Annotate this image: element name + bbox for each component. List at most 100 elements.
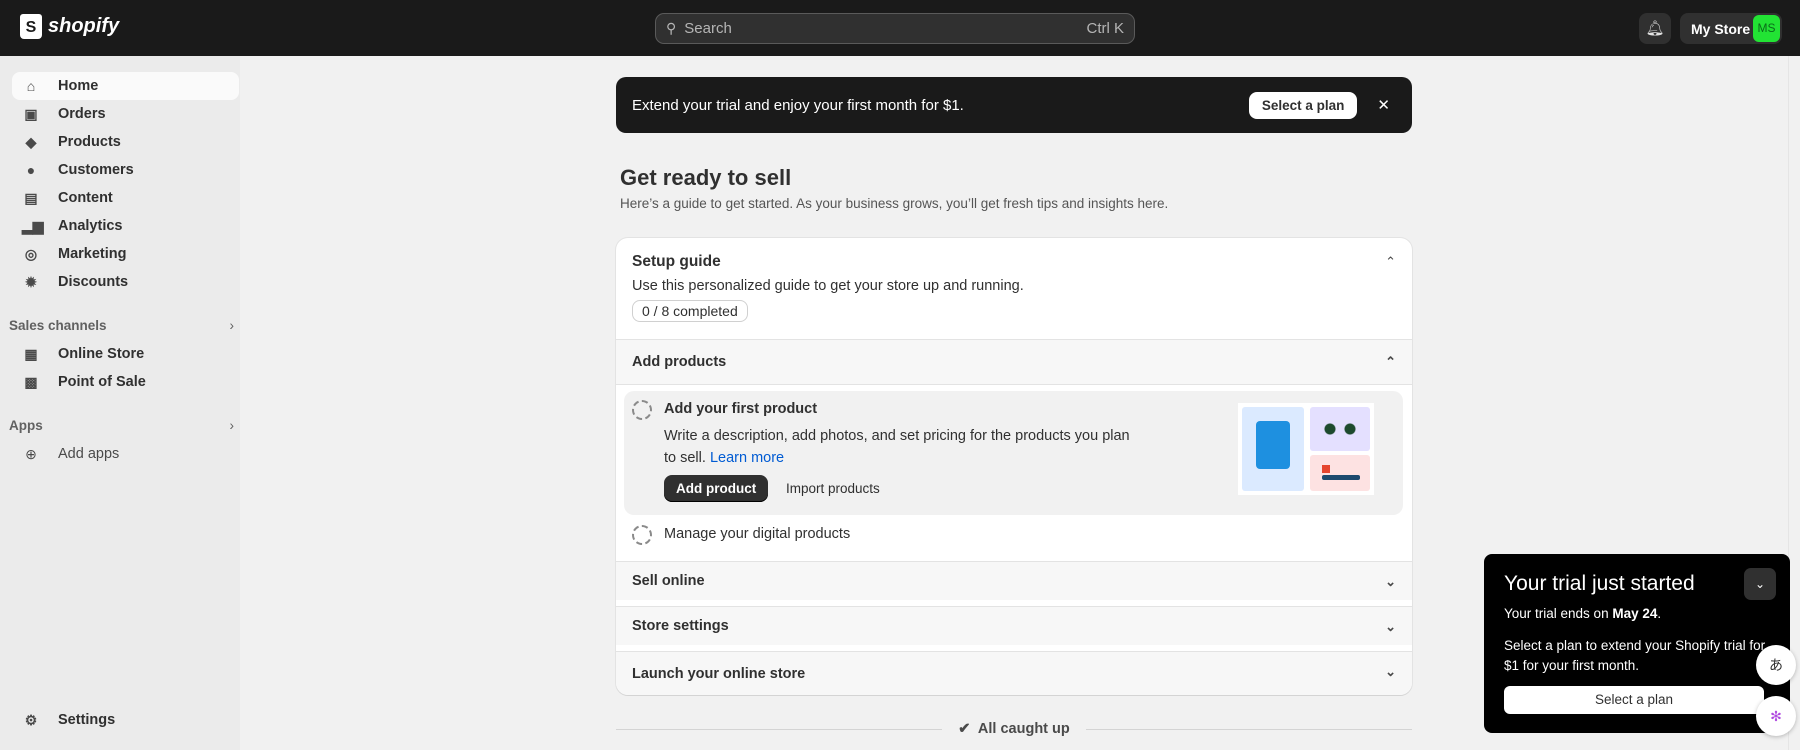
incomplete-circle-icon[interactable] (632, 400, 652, 420)
task-manage-digital-products[interactable]: Manage your digital products (664, 526, 850, 542)
sidebar-item-customers[interactable]: ● Customers (12, 156, 239, 184)
sidebar: ⌂ Home ▣ Orders ◆ Products ● Customers ▤ Cont… (0, 56, 240, 750)
select-plan-button[interactable]: Select a plan (1249, 92, 1358, 119)
home-icon: ⌂ (22, 78, 40, 94)
tshirt-icon (1242, 407, 1304, 491)
sidebar-item-marketing[interactable]: ◎Marketing (12, 240, 239, 268)
task-title: Add your first product (664, 401, 817, 417)
setup-guide-card: Setup guide ⌃ Use this personalized guid… (616, 238, 1412, 695)
section-label: Sell online (632, 573, 705, 589)
setup-guide-description: Use this personalized guide to get your … (632, 278, 1024, 294)
chevron-down-icon: ⌄ (1385, 574, 1396, 590)
chevron-up-icon: ⌃ (1385, 354, 1396, 370)
sidebar-item-online-store[interactable]: ▦ Online Store (12, 340, 239, 368)
sidebar-item-point-of-sale[interactable]: ▩ Point of Sale (12, 368, 239, 396)
sunglasses-icon (1310, 407, 1370, 451)
nav-label: Settings (58, 712, 115, 728)
trial-end-date: May 24 (1612, 606, 1657, 621)
divider (1086, 729, 1412, 730)
store-menu-button[interactable]: My StoreMS (1680, 13, 1782, 44)
task-add-first-product: Add your first product Write a descripti… (624, 391, 1403, 515)
trial-popup: Your trial just started ⌄ Your trial end… (1484, 554, 1790, 733)
incomplete-circle-icon[interactable] (632, 525, 652, 545)
bar-chart-icon: ▂▆ (22, 218, 40, 235)
section-label: Add products (632, 354, 726, 370)
chevron-right-icon: › (230, 418, 235, 433)
text: Your trial ends on (1504, 606, 1612, 621)
nav-label: Home (58, 78, 98, 94)
sidebar-item-settings[interactable]: ⚙ Settings (12, 706, 239, 734)
search-placeholder: Search (684, 20, 732, 37)
search-input[interactable]: ⚲ Search Ctrl K (655, 13, 1135, 44)
trial-banner: Extend your trial and enjoy your first m… (616, 77, 1412, 133)
caught-up-text: All caught up (978, 721, 1070, 737)
logo-text: shopify (48, 15, 119, 38)
popup-title: Your trial just started (1504, 572, 1770, 596)
section-label: Launch your online store (632, 666, 805, 682)
product-illustration (1238, 403, 1374, 495)
avatar: MS (1753, 15, 1780, 42)
nav-label: Products (58, 134, 121, 150)
text: . (1657, 606, 1661, 621)
image-icon: ▤ (22, 190, 40, 207)
popup-select-plan-button[interactable]: Select a plan (1504, 686, 1764, 714)
sidebar-item-home[interactable]: ⌂ Home (12, 72, 239, 100)
chevron-down-icon[interactable]: ⌄ (1744, 568, 1776, 600)
section-label: Store settings (632, 618, 729, 634)
divider (616, 729, 942, 730)
task-description: Write a description, add photos, and set… (664, 425, 1144, 469)
close-icon[interactable]: ✕ (1377, 96, 1390, 114)
popup-body: Select a plan to extend your Shopify tri… (1504, 636, 1770, 676)
setup-guide-title: Setup guide (632, 253, 721, 271)
sidebar-item-orders[interactable]: ▣ Orders (12, 100, 239, 128)
section-sell-online[interactable]: Sell online ⌄ (616, 561, 1412, 600)
sidebar-item-content[interactable]: ▤ Content (12, 184, 239, 212)
learn-more-link[interactable]: Learn more (710, 450, 784, 466)
nav-label: Point of Sale (58, 374, 146, 390)
trial-end-text: Your trial ends on May 24. (1504, 604, 1770, 624)
all-caught-up: ✔︎ All caught up (616, 721, 1412, 737)
nav-label: Content (58, 190, 113, 206)
translate-icon[interactable]: あ (1756, 645, 1796, 685)
nav-label: Add apps (58, 446, 119, 462)
tag-icon: ◆ (22, 134, 40, 151)
apps-header[interactable]: Apps › (9, 418, 234, 433)
sales-channels-header[interactable]: Sales channels› (9, 318, 234, 333)
check-circle-icon: ✔︎ (958, 721, 970, 737)
section-label: Apps (9, 418, 43, 433)
notifications-button[interactable]: 🔔︎ (1639, 13, 1671, 44)
inbox-icon: ▣ (22, 106, 40, 123)
store-icon: ▦ (22, 346, 40, 363)
sidebar-item-analytics[interactable]: ▂▆ Analytics (12, 212, 239, 240)
plus-circle-icon: ⊕ (22, 446, 40, 463)
search-shortcut: Ctrl K (1087, 20, 1125, 37)
pos-icon: ▩ (22, 374, 40, 391)
chevron-up-icon[interactable]: ⌃ (1385, 254, 1396, 270)
sidebar-item-products[interactable]: ◆ Products (12, 128, 239, 156)
nav-label: Marketing (58, 246, 127, 262)
section-add-products[interactable]: Add products ⌃ (616, 339, 1412, 384)
nav-label: Customers (58, 162, 134, 178)
section-launch-online-store[interactable]: Launch your online store ⌄ (616, 651, 1412, 695)
add-product-button[interactable]: Add product (664, 475, 768, 502)
nav-label: Discounts (58, 274, 128, 290)
nav-label: Analytics (58, 218, 122, 234)
import-products-button[interactable]: Import products (786, 481, 880, 496)
shopping-bag-icon: S (20, 14, 42, 39)
sidebar-item-discounts[interactable]: ✹Discounts (12, 268, 239, 296)
page-subtitle: Here’s a guide to get started. As your b… (616, 196, 1412, 211)
banner-text: Extend your trial and enjoy your first m… (632, 97, 964, 114)
brain-icon[interactable]: ✻ (1756, 696, 1796, 736)
chevron-down-icon: ⌄ (1385, 664, 1396, 680)
chevron-right-icon: › (230, 318, 235, 333)
nav-label: Orders (58, 106, 106, 122)
nav-label: Online Store (58, 346, 144, 362)
top-bar: Sshopify ⚲ Search Ctrl K 🔔︎ My StoreMS (0, 0, 1800, 56)
store-name: My Store (1691, 21, 1750, 37)
gear-icon: ⚙ (22, 712, 40, 729)
person-icon: ● (22, 162, 40, 178)
search-icon: ⚲ (666, 20, 676, 37)
shopify-logo[interactable]: Sshopify (20, 14, 119, 39)
sidebar-item-add-apps[interactable]: ⊕ Add apps (12, 440, 239, 468)
section-store-settings[interactable]: Store settings⌄ (616, 606, 1412, 645)
